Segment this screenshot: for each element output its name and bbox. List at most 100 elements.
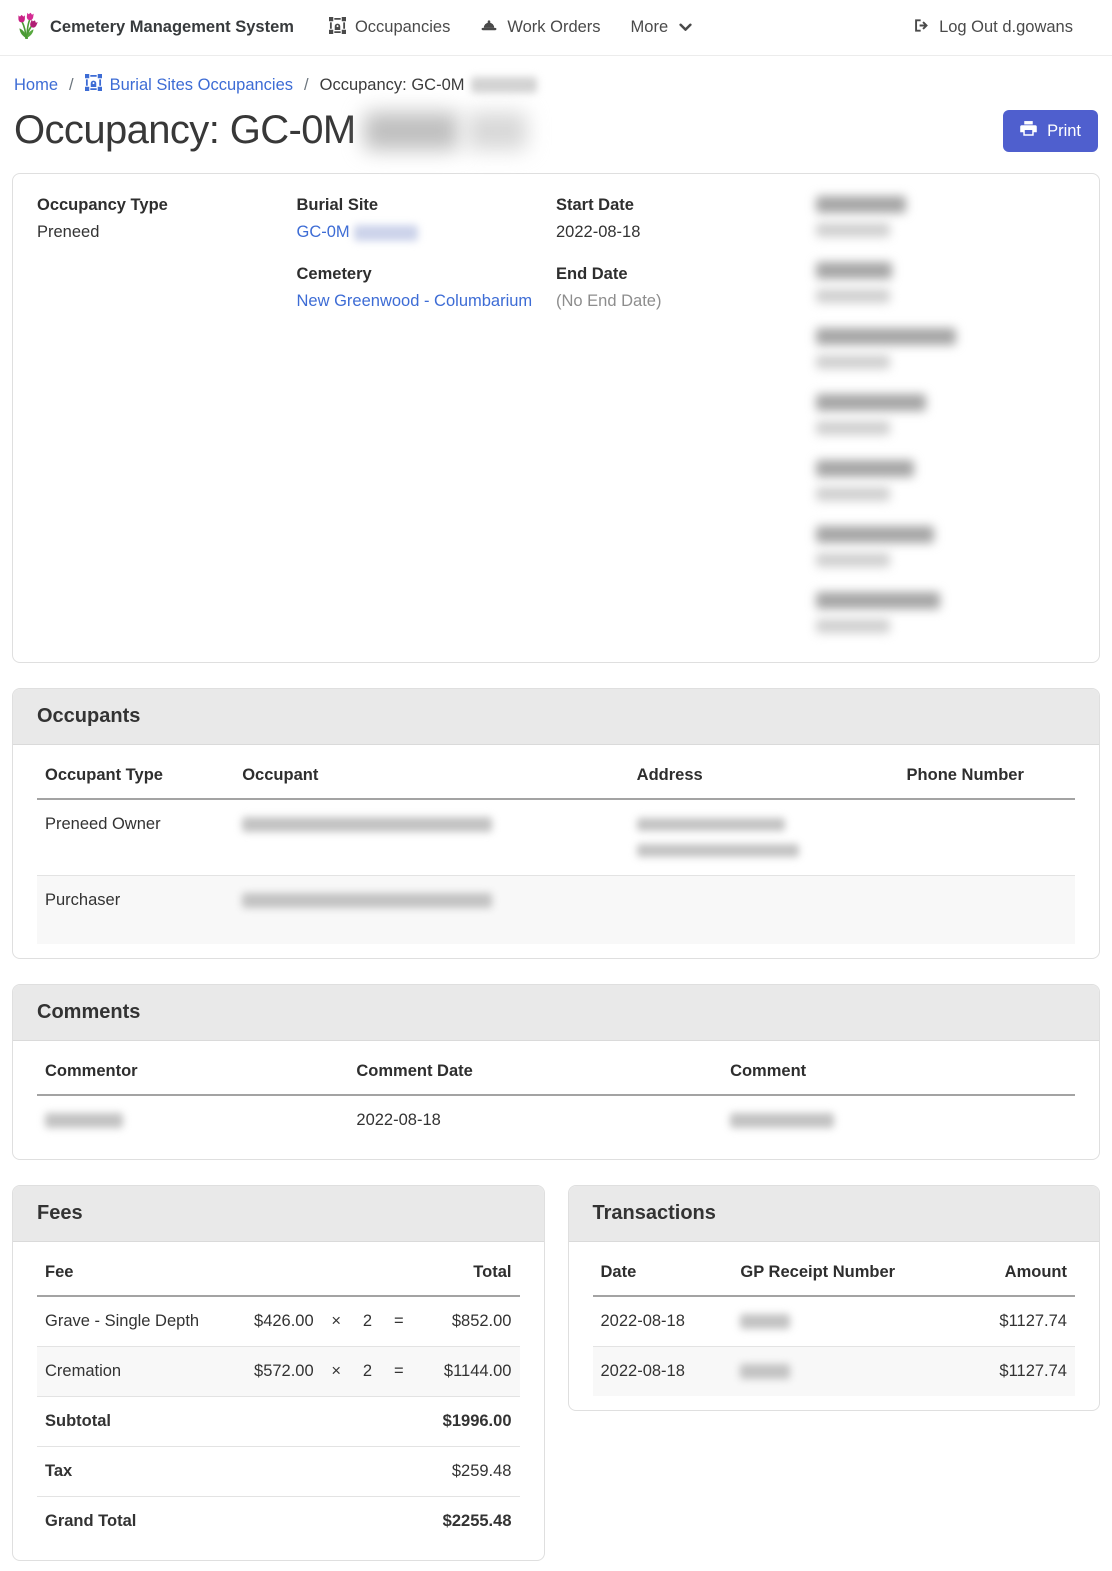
fees-transactions-row: Fees Fee Total Grave - Single Depth $426… — [12, 1185, 1100, 1561]
column-header: Fee — [37, 1248, 235, 1296]
fee-equals-cell: = — [384, 1296, 413, 1347]
redacted-text — [467, 112, 527, 150]
redacted-text — [740, 1364, 790, 1379]
nav-label: More — [631, 18, 669, 37]
occupancy-type-value: Preneed — [37, 223, 297, 242]
column-header: Occupant — [234, 751, 628, 799]
column-header: Phone Number — [899, 751, 1075, 799]
breadcrumb-home[interactable]: Home — [14, 76, 58, 95]
nav-item-occupancies[interactable]: Occupancies — [314, 9, 465, 47]
occupant-cell — [234, 876, 628, 945]
table-row: Grave - Single Depth $426.00 × 2 = $852.… — [37, 1296, 520, 1347]
redacted-field — [816, 526, 1076, 567]
redacted-text — [354, 225, 418, 241]
chevron-down-icon — [679, 18, 692, 37]
comments-section: Comments Commentor Comment Date Comment … — [12, 984, 1100, 1160]
app-brand: Cemetery Management System — [14, 10, 294, 45]
redacted-field — [816, 196, 1076, 237]
grand-total-row: Grand Total $2255.48 — [37, 1497, 520, 1547]
comments-table: Commentor Comment Date Comment 2022-08-1… — [37, 1047, 1075, 1145]
gp-receipt-cell — [732, 1296, 954, 1347]
fee-total-cell: $852.00 — [413, 1296, 519, 1347]
transactions-title: Transactions — [569, 1186, 1100, 1242]
print-button[interactable]: Print — [1003, 110, 1098, 152]
start-date-label: Start Date — [556, 196, 816, 215]
hardhat-icon — [480, 17, 498, 39]
redacted-field — [816, 460, 1076, 501]
breadcrumb: Home / Burial Sites Occupancies / Occupa… — [0, 56, 1112, 100]
burial-site-link[interactable]: GC-0M — [297, 223, 350, 241]
transaction-amount-cell: $1127.74 — [954, 1296, 1075, 1347]
burial-site-label: Burial Site — [297, 196, 557, 215]
occupant-type-cell: Purchaser — [37, 876, 234, 945]
transactions-table: Date GP Receipt Number Amount 2022-08-18… — [593, 1248, 1076, 1396]
occupancy-type-label: Occupancy Type — [37, 196, 297, 215]
tax-row: Tax $259.48 — [37, 1447, 520, 1497]
nav-item-work-orders[interactable]: Work Orders — [465, 9, 615, 47]
table-row: Cremation $572.00 × 2 = $1144.00 — [37, 1347, 520, 1397]
top-navbar: Cemetery Management System Occupancies — [0, 0, 1112, 56]
table-row: 2022-08-18 — [37, 1095, 1075, 1145]
printer-icon — [1020, 120, 1037, 142]
fee-price-cell: $572.00 — [235, 1347, 322, 1397]
redacted-text — [471, 77, 537, 93]
commentor-cell — [37, 1095, 348, 1145]
occupant-cell — [234, 799, 628, 876]
occupants-section: Occupants Occupant Type Occupant Address… — [12, 688, 1100, 959]
fee-name-cell: Grave - Single Depth — [37, 1296, 235, 1347]
column-header: Comment Date — [348, 1047, 722, 1095]
logout-link[interactable]: Log Out d.gowans — [898, 9, 1088, 47]
end-date-value: (No End Date) — [556, 292, 816, 311]
grand-total-label: Grand Total — [37, 1497, 413, 1547]
breadcrumb-separator: / — [69, 76, 74, 95]
column-header: Total — [413, 1248, 519, 1296]
nav-label: Work Orders — [507, 18, 600, 37]
redacted-field — [816, 262, 1076, 303]
occupancy-frame-icon — [329, 17, 346, 39]
breadcrumb-burial-sites-occupancies[interactable]: Burial Sites Occupancies — [85, 74, 293, 96]
nav-item-more[interactable]: More — [616, 10, 708, 45]
subtotal-label: Subtotal — [37, 1397, 413, 1447]
fee-name-cell: Cremation — [37, 1347, 235, 1397]
comment-cell — [722, 1095, 1075, 1145]
redacted-text — [637, 818, 785, 831]
fee-times-cell: × — [322, 1296, 351, 1347]
redacted-text — [730, 1113, 834, 1128]
detail-column-2: Burial Site GC-0M Cemetery New Greenwood… — [297, 196, 557, 658]
fee-qty-cell: 2 — [351, 1347, 385, 1397]
occupancy-frame-icon — [85, 74, 102, 96]
end-date-label: End Date — [556, 265, 816, 284]
address-cell — [629, 876, 899, 945]
breadcrumb-separator: / — [304, 76, 309, 95]
column-header: Occupant Type — [37, 751, 234, 799]
column-header: Date — [593, 1248, 733, 1296]
nav-label: Occupancies — [355, 18, 450, 37]
transaction-amount-cell: $1127.74 — [954, 1347, 1075, 1397]
table-row: 2022-08-18 $1127.74 — [593, 1347, 1076, 1397]
subtotal-row: Subtotal $1996.00 — [37, 1397, 520, 1447]
tax-value: $259.48 — [413, 1447, 519, 1497]
column-header: Comment — [722, 1047, 1075, 1095]
fee-times-cell: × — [322, 1347, 351, 1397]
logout-label: Log Out d.gowans — [939, 18, 1073, 37]
fee-qty-cell: 2 — [351, 1296, 385, 1347]
occupants-table: Occupant Type Occupant Address Phone Num… — [37, 751, 1075, 944]
detail-column-3: Start Date 2022-08-18 End Date (No End D… — [556, 196, 816, 658]
tulip-logo-icon — [14, 10, 40, 45]
redacted-text — [242, 817, 492, 832]
phone-cell — [899, 876, 1075, 945]
column-header: Address — [629, 751, 899, 799]
page-title: Occupancy: GC-0M — [14, 108, 527, 153]
redacted-field — [816, 394, 1076, 435]
column-header: Amount — [954, 1248, 1075, 1296]
redacted-text — [242, 893, 492, 908]
fees-title: Fees — [13, 1186, 544, 1242]
table-row: 2022-08-18 $1127.74 — [593, 1296, 1076, 1347]
comment-date-cell: 2022-08-18 — [348, 1095, 722, 1145]
phone-cell — [899, 799, 1075, 876]
cemetery-link[interactable]: New Greenwood - Columbarium — [297, 292, 533, 310]
breadcrumb-current: Occupancy: GC-0M — [320, 76, 537, 95]
tax-label: Tax — [37, 1447, 413, 1497]
fee-price-cell: $426.00 — [235, 1296, 322, 1347]
table-row: Preneed Owner — [37, 799, 1075, 876]
